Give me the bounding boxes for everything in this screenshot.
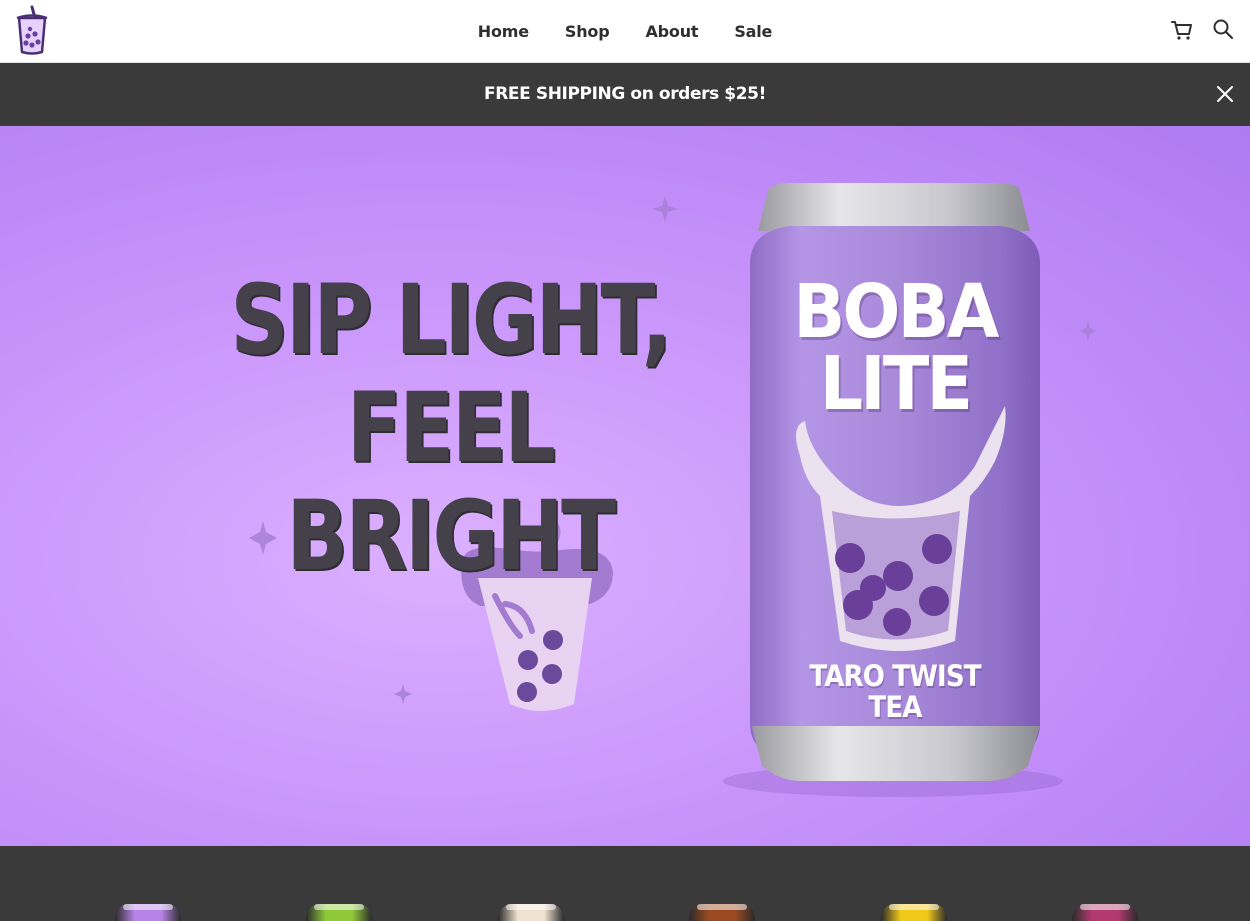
can-brand-line-2: LITE <box>819 341 973 427</box>
product-can-brown-sugar[interactable] <box>689 904 755 921</box>
can-flavor-name: TARO TWIST TEA <box>783 661 1008 723</box>
search-icon[interactable] <box>1212 18 1234 40</box>
hero-banner[interactable]: SIP LIGHT, FEEL BRIGHT BOBA LITE TARO TW… <box>0 126 1250 846</box>
boba-cup-logo[interactable] <box>12 4 52 56</box>
product-can-mango[interactable] <box>881 904 947 921</box>
close-icon[interactable] <box>1214 83 1236 105</box>
nav-home[interactable]: Home <box>478 22 529 41</box>
product-can-taro[interactable] <box>115 904 181 921</box>
headline-line-1: SIP LIGHT, <box>230 264 672 376</box>
can-flavor-line-1: TARO TWIST <box>809 659 981 693</box>
nav-shop[interactable]: Shop <box>565 22 610 41</box>
headline-line-2: FEEL BRIGHT <box>286 372 616 592</box>
can-flavor-line-2: TEA <box>868 690 922 724</box>
site-header: Home Shop About Sale <box>0 0 1250 63</box>
nav-sale[interactable]: Sale <box>734 22 772 41</box>
announcement-text: FREE SHIPPING on orders $25! <box>484 84 766 104</box>
product-strip <box>0 846 1250 921</box>
product-can-milk[interactable] <box>498 904 564 921</box>
announcement-bar: FREE SHIPPING on orders $25! <box>0 63 1250 126</box>
main-nav: Home Shop About Sale <box>0 0 1250 63</box>
hero-headline: SIP LIGHT, FEEL BRIGHT <box>198 266 702 590</box>
cart-icon[interactable] <box>1170 18 1194 42</box>
can-brand-name: BOBA LITE <box>771 269 1019 427</box>
product-can-matcha[interactable] <box>306 904 372 921</box>
nav-about[interactable]: About <box>645 22 698 41</box>
product-can-berry[interactable] <box>1072 904 1138 921</box>
can-brand-line-1: BOBA <box>793 269 999 355</box>
